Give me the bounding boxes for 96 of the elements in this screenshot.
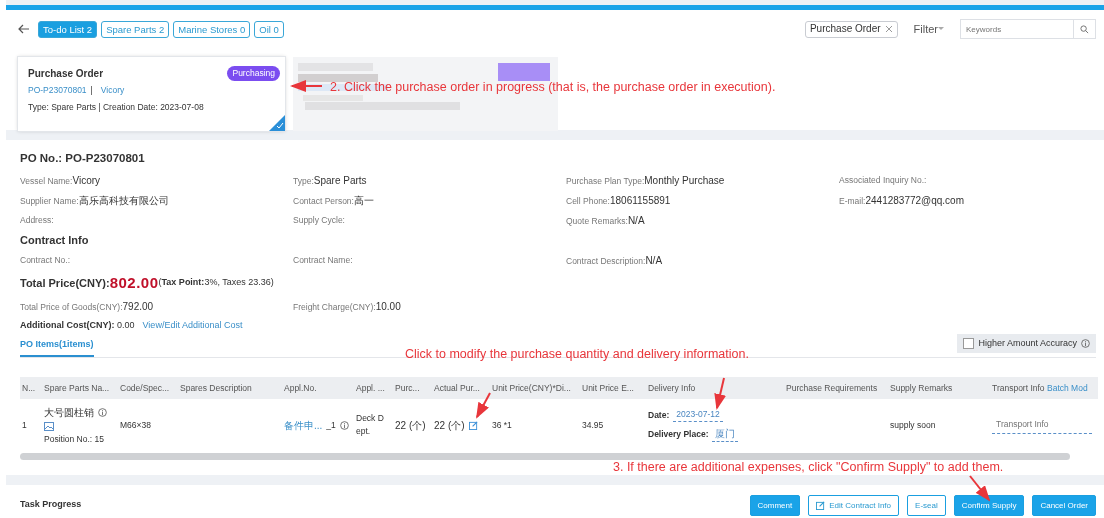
column-header: Transport Info <box>992 382 1045 393</box>
order-title: Purchase Order <box>28 67 104 81</box>
column-header: Spares Description <box>180 382 252 393</box>
column-header: N... <box>22 382 36 393</box>
date-label: Date: <box>648 408 670 422</box>
table-cell: M66×38 <box>120 419 151 430</box>
table-cell: 34.95 <box>582 419 604 430</box>
info-field: Contract Description:N/A <box>566 252 839 268</box>
column-header: Purc... <box>395 382 420 393</box>
date-field[interactable]: 2023-07-12 <box>673 408 723 422</box>
info-field: Supply Cycle: <box>293 213 566 227</box>
items-tab[interactable]: PO Items(1items) <box>20 337 94 357</box>
info-field: E-mail:2441283772@qq.com <box>839 192 1104 208</box>
column-header: Purchase Requirements <box>786 382 878 393</box>
edit-icon[interactable] <box>468 420 478 430</box>
table-cell-text: 22 (个) <box>434 418 465 433</box>
info-field: Cell Phone:18061155891 <box>566 192 839 208</box>
section-heading: Contract Info <box>20 232 89 248</box>
column-header: Delivery Info <box>648 382 696 393</box>
section-heading: Task Progress <box>20 498 82 512</box>
checkbox[interactable] <box>963 337 975 349</box>
application-link[interactable]: 备件申... <box>284 417 323 433</box>
po-number-link[interactable]: PO-P23070801 <box>28 84 87 97</box>
table-cell: _1 <box>326 418 336 432</box>
arrow <box>476 392 491 419</box>
column-header: Supply Remarks <box>890 382 953 393</box>
info-field: Associated Inquiry No.: <box>839 173 1104 187</box>
order-meta: Type: Spare Parts | Creation Date: 2023-07-08 <box>28 100 205 114</box>
back-icon[interactable] <box>18 24 30 34</box>
button[interactable]: Edit Contract Info <box>808 494 900 516</box>
table-cell: 36 *1 <box>492 419 512 430</box>
column-header: Actual Pur... <box>434 382 480 393</box>
info-icon <box>339 420 349 430</box>
additional-cost: Additional Cost(CNY): 0.00 <box>20 319 135 333</box>
info-field: Total Price of Goods(CNY):792.00 <box>20 298 293 314</box>
annotation-text: 2. Click the purchase order in progress (that is, the purchase order in execution). <box>330 79 776 96</box>
table-cell: 1 <box>22 419 27 430</box>
tab[interactable]: To-do List 2 <box>38 20 98 38</box>
info-field: Quote Remarks:N/A <box>566 212 839 228</box>
column-header: Code/Spec... <box>120 382 170 393</box>
tab[interactable]: Marine Stores 0 <box>173 20 251 38</box>
column-header: Appl.No. <box>284 382 317 393</box>
info-field: Contract No.: <box>20 253 293 267</box>
info-icon <box>1081 338 1090 348</box>
order-card[interactable]: Purchase Order Purchasing PO-P23070801 | Vicory Type: Spare Parts | Creation Date: 2023-07-08 <box>18 57 285 131</box>
checkbox-label: Higher Amount Accuracy <box>978 336 1077 350</box>
total-price-label: Total Price(CNY): <box>20 275 110 291</box>
tax-note: (Tax Point:3%, Taxes 23.36) <box>158 276 274 290</box>
column-header: Unit Price(CNY)*Di... <box>492 382 571 393</box>
position-number: Position No.: 15 <box>44 432 105 446</box>
image-icon[interactable] <box>44 422 54 431</box>
place-field[interactable]: 厦门 <box>712 425 739 442</box>
info-field: Vessel Name:Vicory <box>20 172 293 188</box>
vessel-link[interactable]: Vicory <box>100 84 125 97</box>
info-field: Contract Name: <box>293 253 566 267</box>
table-cell-text: Deck Dept. <box>356 412 385 438</box>
caret-icon <box>938 27 944 31</box>
search-button[interactable] <box>1074 19 1096 39</box>
tab[interactable]: Oil 0 <box>254 20 284 38</box>
table-cell: 22 (个) <box>395 419 426 431</box>
close-icon[interactable] <box>884 25 893 33</box>
arrow <box>969 475 991 502</box>
filter-chip[interactable]: Purchase Order <box>804 20 898 38</box>
tab[interactable]: Spare Parts 2 <box>101 20 170 38</box>
filter-dropdown[interactable]: Filter <box>913 20 938 38</box>
spare-part-name: 大号圆柱销 <box>44 405 94 420</box>
accuracy-option[interactable]: Higher Amount Accuracy <box>957 333 1096 353</box>
annotation-text: Click to modify the purchase quantity and delivery information. <box>405 346 749 363</box>
total-price-value: 802.00 <box>109 272 159 293</box>
info-field: Freight Charge(CNY):10.00 <box>293 298 566 314</box>
search-icon <box>1080 24 1089 34</box>
arrow <box>290 80 323 92</box>
table-cell: supply soon <box>890 419 936 430</box>
column-header: Spare Parts Na... <box>44 382 110 393</box>
info-field: Supplier Name:高乐高科技有限公司 <box>20 192 293 208</box>
button[interactable]: E-seal <box>907 494 946 516</box>
button[interactable]: Comment <box>749 494 801 516</box>
button[interactable]: Confirm Supply <box>953 494 1025 516</box>
edit-cost-link[interactable]: View/Edit Additional Cost <box>142 319 243 333</box>
info-field: Purchase Plan Type:Monthly Purchase <box>566 172 839 188</box>
info-icon <box>98 407 107 417</box>
search-field[interactable]: Keywords <box>960 19 1074 39</box>
button[interactable]: Cancel Order <box>1032 494 1096 516</box>
place-label: Delivery Place: <box>648 427 709 441</box>
annotation-text: 3. If there are additional expenses, click "Confirm Supply" to add them. <box>613 459 1004 476</box>
column-header: Unit Price E... <box>582 382 634 393</box>
info-field: Contact Person:高一 <box>293 192 566 208</box>
column-header: Appl. ... <box>356 382 385 393</box>
status-badge: Purchasing <box>227 66 280 81</box>
info-field: Type:Spare Parts <box>293 172 566 188</box>
edit-icon <box>816 500 826 510</box>
separator: | <box>90 84 93 97</box>
po-number-title: PO No.: PO-P23070801 <box>20 151 146 167</box>
arrow <box>714 377 726 410</box>
batch-modify-link[interactable]: Batch Mod <box>1047 382 1088 393</box>
info-field: Address: <box>20 213 293 227</box>
